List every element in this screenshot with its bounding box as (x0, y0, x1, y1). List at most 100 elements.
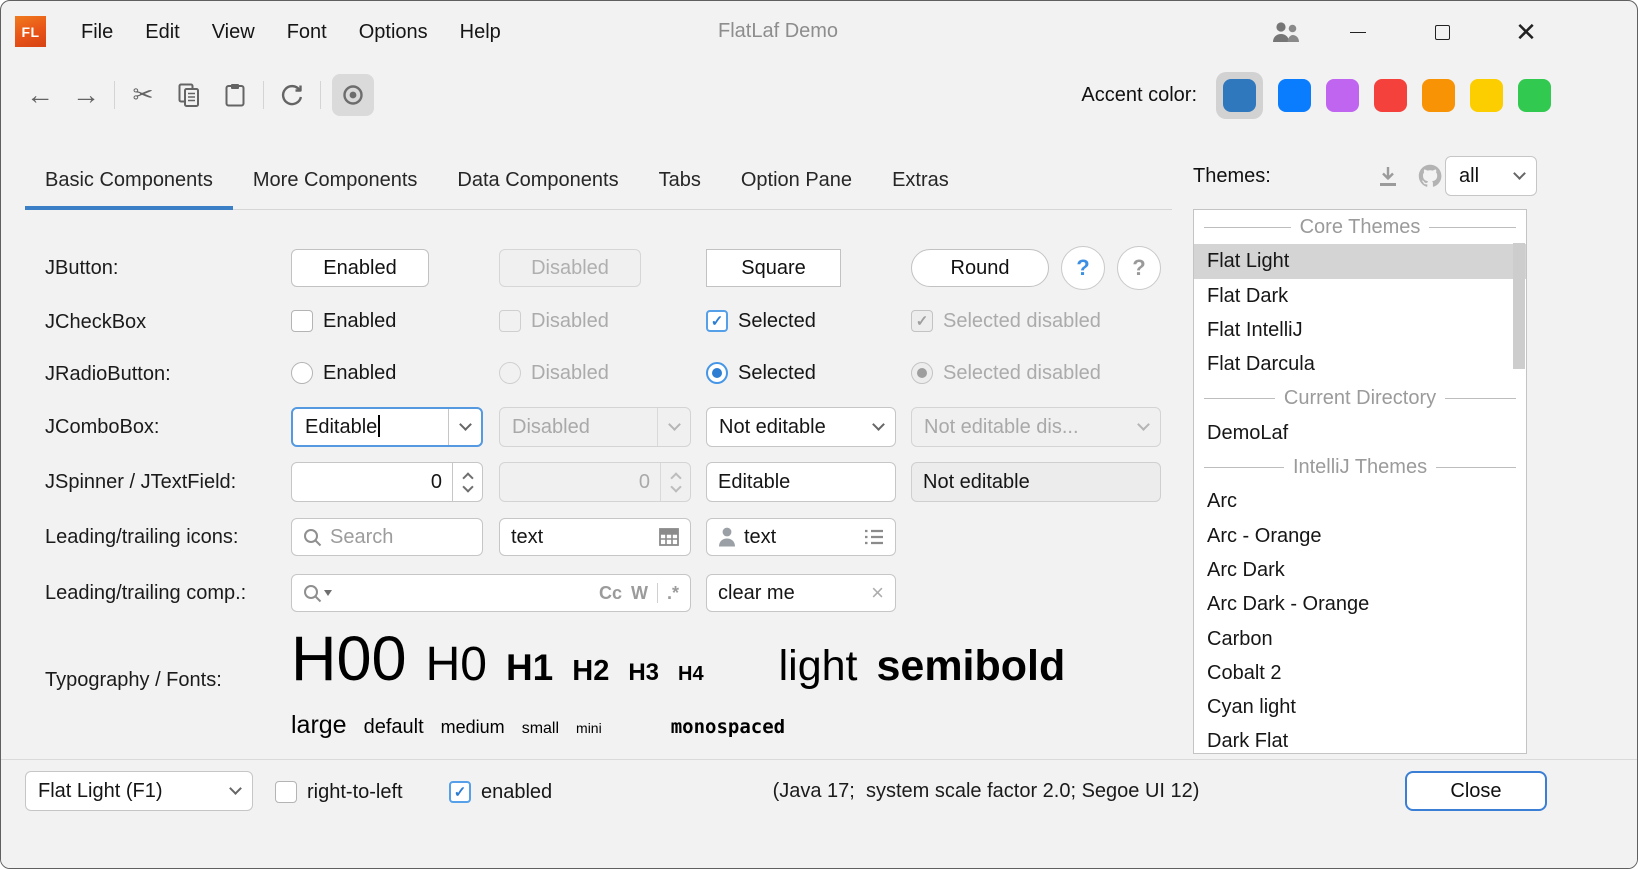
themes-list-scrollbar[interactable] (1513, 243, 1525, 369)
theme-list-item[interactable]: Cobalt 2 (1194, 656, 1526, 690)
text-input-table-icon[interactable]: text (499, 518, 691, 556)
match-case-icon[interactable]: Cc (599, 583, 622, 604)
theme-list-item[interactable]: Arc - Orange (1194, 519, 1526, 553)
menu-view[interactable]: View (196, 1, 271, 63)
chevron-down-icon[interactable] (862, 408, 895, 446)
themes-list[interactable]: Core ThemesFlat LightFlat DarkFlat Intel… (1193, 209, 1527, 754)
copy-icon[interactable] (166, 74, 212, 116)
table-icon[interactable] (659, 528, 679, 546)
accent-swatch-4[interactable] (1374, 79, 1407, 112)
spinner-arrows[interactable] (452, 463, 482, 501)
menu-file[interactable]: File (65, 1, 129, 63)
theme-filter-select[interactable]: all (1445, 156, 1537, 196)
tab-more-components[interactable]: More Components (233, 152, 438, 209)
menu-edit[interactable]: Edit (129, 1, 195, 63)
show-hidden-eye-icon[interactable] (332, 74, 374, 116)
noneditable-disabled-combobox: Not editable dis... (911, 407, 1161, 447)
round-button[interactable]: Round (911, 249, 1049, 287)
search-dropdown-icon[interactable] (303, 584, 332, 603)
paste-icon[interactable] (212, 74, 258, 116)
maximize-button[interactable] (1419, 1, 1465, 63)
menu-options[interactable]: Options (343, 1, 444, 63)
toolbar: ← → ✂ (17, 71, 374, 119)
app-window: FL FileEditViewFontOptionsHelp FlatLaf D… (0, 0, 1638, 869)
minimize-button[interactable] (1335, 1, 1381, 63)
theme-list-item[interactable]: Flat Light (1194, 244, 1526, 278)
search-with-options-input[interactable]: Cc W .* (291, 574, 691, 612)
accent-swatch-3[interactable] (1326, 79, 1359, 112)
accent-swatch-selected-frame[interactable] (1216, 72, 1263, 119)
radio-circle[interactable] (291, 362, 313, 384)
radio-selected[interactable]: Selected (706, 360, 816, 386)
cut-icon[interactable]: ✂ (120, 74, 166, 116)
chevron-down-icon (219, 772, 252, 810)
enabled-button[interactable]: Enabled (291, 249, 429, 287)
help-button[interactable]: ? (1061, 246, 1105, 290)
theme-list-item[interactable]: Arc Dark (1194, 553, 1526, 587)
spinner[interactable]: 0 (291, 462, 483, 502)
clear-icon[interactable]: × (871, 580, 884, 606)
checkbox-box[interactable] (275, 781, 297, 803)
tab-tabs[interactable]: Tabs (639, 152, 721, 209)
theme-list-item[interactable]: Dark Flat (1194, 724, 1526, 754)
clearable-input[interactable]: clear me × (706, 574, 896, 612)
chevron-down-icon (1503, 157, 1536, 195)
chevron-down-icon[interactable] (448, 409, 481, 445)
whole-word-icon[interactable]: W (631, 583, 648, 604)
accent-swatch-6[interactable] (1470, 79, 1503, 112)
radio-disabled: Disabled (499, 360, 609, 386)
close-window-button[interactable]: ✕ (1503, 1, 1549, 63)
theme-list-item[interactable]: Flat Darcula (1194, 347, 1526, 381)
accent-swatch-1[interactable] (1223, 79, 1256, 112)
tab-option-pane[interactable]: Option Pane (721, 152, 872, 209)
tab-extras[interactable]: Extras (872, 152, 969, 209)
close-button[interactable]: Close (1405, 771, 1547, 811)
regex-icon[interactable]: .* (667, 583, 679, 604)
tab-data-components[interactable]: Data Components (437, 152, 638, 209)
theme-list-item[interactable]: Flat IntelliJ (1194, 313, 1526, 347)
checkbox-box[interactable] (291, 310, 313, 332)
theme-list-item[interactable]: DemoLaf (1194, 416, 1526, 450)
radio-enabled[interactable]: Enabled (291, 360, 396, 386)
square-button[interactable]: Square (706, 249, 841, 287)
status-text: (Java 17; system scale factor 2.0; Segoe… (773, 780, 1200, 803)
list-icon[interactable] (864, 529, 884, 545)
help-button-disabled: ? (1117, 246, 1161, 290)
noneditable-combobox[interactable]: Not editable (706, 407, 896, 447)
forward-icon[interactable]: → (63, 74, 109, 116)
accent-swatch-2[interactable] (1278, 79, 1311, 112)
user-icon (718, 527, 736, 547)
jcombobox-row-label: JComboBox: (45, 413, 160, 441)
checkbox-box[interactable]: ✓ (706, 310, 728, 332)
editable-textfield[interactable]: Editable (706, 462, 896, 502)
menu-font[interactable]: Font (271, 1, 343, 63)
back-icon[interactable]: ← (17, 74, 63, 116)
editable-combobox[interactable]: Editable (291, 407, 483, 447)
right-to-left-checkbox[interactable]: right-to-left (275, 779, 403, 805)
enabled-checkbox[interactable]: ✓enabled (449, 779, 552, 805)
menu-help[interactable]: Help (444, 1, 517, 63)
accent-swatch-5[interactable] (1422, 79, 1455, 112)
theme-list-item[interactable]: Arc Dark - Orange (1194, 587, 1526, 621)
theme-list-item[interactable]: Arc (1194, 484, 1526, 518)
search-input[interactable]: Search (291, 518, 483, 556)
tab-basic-components[interactable]: Basic Components (25, 152, 233, 209)
theme-list-item[interactable]: Flat Dark (1194, 279, 1526, 313)
checkbox-selected[interactable]: ✓Selected (706, 308, 816, 334)
toolbar-separator (320, 81, 321, 109)
download-icon[interactable] (1367, 155, 1409, 197)
theme-list-item[interactable]: Carbon (1194, 622, 1526, 656)
users-icon[interactable] (1263, 1, 1309, 63)
checkbox-disabled: Disabled (499, 308, 609, 334)
radio-circle[interactable] (706, 362, 728, 384)
refresh-icon[interactable] (269, 74, 315, 116)
tab-strip: Basic ComponentsMore ComponentsData Comp… (25, 152, 1172, 210)
checkbox-box[interactable]: ✓ (449, 781, 471, 803)
accent-color-label: Accent color: (1081, 84, 1197, 107)
text-input-user-list[interactable]: text (706, 518, 896, 556)
theme-list-item[interactable]: Cyan light (1194, 690, 1526, 724)
theme-list-section-header: Core Themes (1194, 210, 1526, 244)
accent-swatch-7[interactable] (1518, 79, 1551, 112)
checkbox-enabled[interactable]: Enabled (291, 308, 396, 334)
lookandfeel-select[interactable]: Flat Light (F1) (25, 771, 253, 811)
